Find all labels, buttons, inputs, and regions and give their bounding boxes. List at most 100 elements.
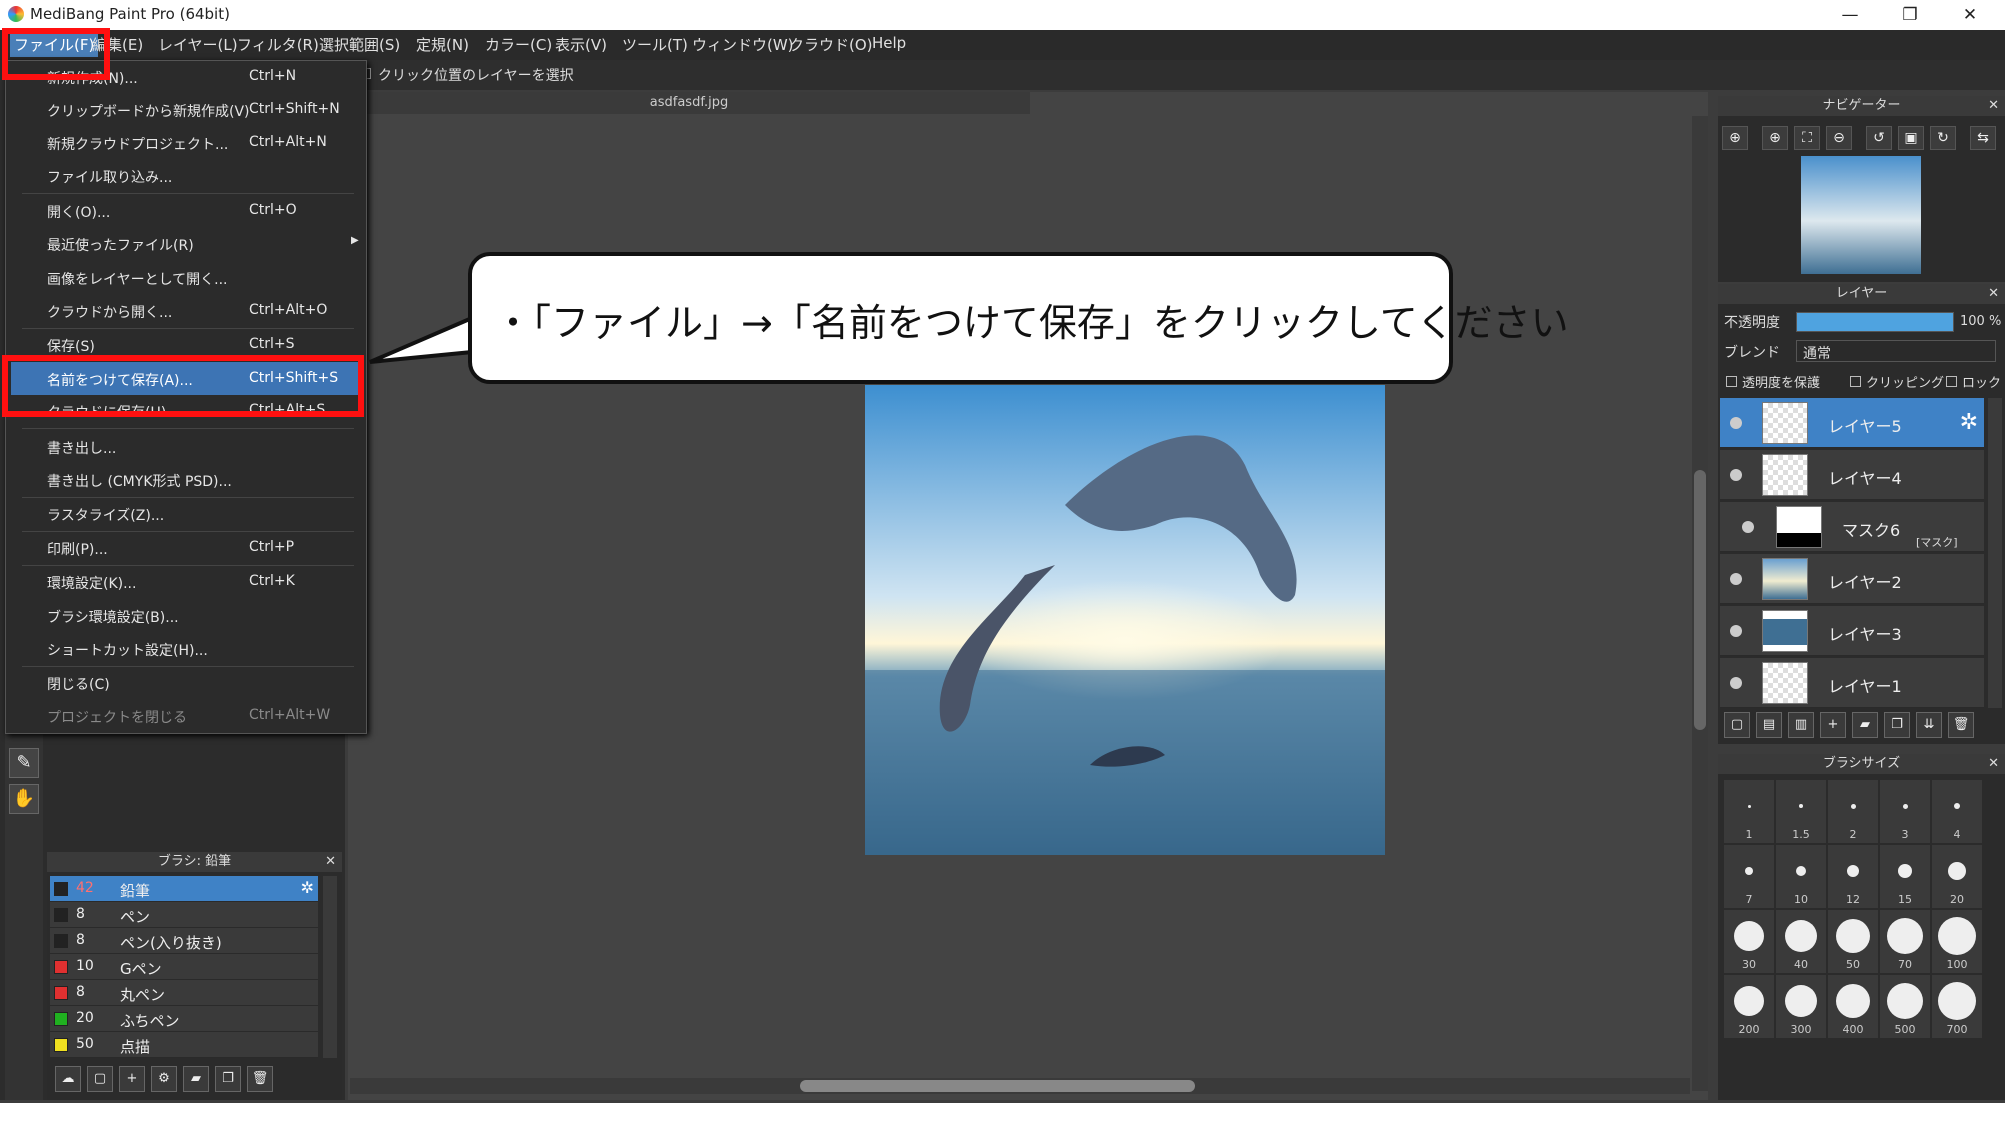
delete-brush-icon[interactable]: 🗑 xyxy=(247,1066,273,1092)
brush-size-cell[interactable]: 50 xyxy=(1828,910,1878,973)
layer-row-4[interactable]: レイヤー4 xyxy=(1720,450,1984,500)
menu-window[interactable]: ウィンドウ(W) xyxy=(692,34,794,55)
visibility-icon[interactable] xyxy=(1730,417,1742,429)
menu-item-import[interactable]: ファイル取り込み... xyxy=(11,159,359,192)
layer-row-mask6[interactable]: マスク6 [マスク] xyxy=(1720,502,1984,552)
brush-size-cell[interactable]: 100 xyxy=(1932,910,1982,973)
brush-size-cell[interactable]: 20 xyxy=(1932,845,1982,908)
menu-item-open-as-layer[interactable]: 画像をレイヤーとして開く... xyxy=(11,261,359,294)
menu-item-close-project[interactable]: プロジェクトを閉じる Ctrl+Alt+W xyxy=(11,699,359,732)
menu-help[interactable]: Help xyxy=(872,34,906,52)
duplicate-layer-icon[interactable]: ❐ xyxy=(1884,712,1910,738)
brush-size-cell[interactable]: 400 xyxy=(1828,975,1878,1038)
settings-gear-icon[interactable]: ✲ xyxy=(301,878,314,897)
brush-list-item[interactable]: 20 ふちペン xyxy=(50,1006,318,1032)
visibility-icon[interactable] xyxy=(1730,677,1742,689)
brush-list-item[interactable]: 8 丸ペン xyxy=(50,980,318,1006)
menu-item-new-from-clipboard[interactable]: クリップボードから新規作成(V) Ctrl+Shift+N xyxy=(11,93,359,126)
menu-item-export-cmyk[interactable]: 書き出し (CMYK形式 PSD)... xyxy=(11,463,359,496)
visibility-icon[interactable] xyxy=(1730,573,1742,585)
brush-size-cell[interactable]: 2 xyxy=(1828,780,1878,843)
hand-tool-icon[interactable]: ✋ xyxy=(9,784,39,814)
brush-size-cell[interactable]: 200 xyxy=(1724,975,1774,1038)
layer-row-2[interactable]: レイヤー2 xyxy=(1720,554,1984,604)
menu-item-rasterize[interactable]: ラスタライズ(Z)... xyxy=(11,497,359,530)
visibility-icon[interactable] xyxy=(1730,469,1742,481)
navigator-thumbnail[interactable] xyxy=(1801,156,1921,274)
menu-view[interactable]: 表示(V) xyxy=(555,34,607,55)
new-1bit-layer-icon[interactable]: ▥ xyxy=(1788,712,1814,738)
blend-select[interactable]: 通常 xyxy=(1796,340,1996,362)
brush-size-cell[interactable]: 40 xyxy=(1776,910,1826,973)
menu-item-export[interactable]: 書き出し... xyxy=(11,430,359,463)
menu-filter[interactable]: フィルタ(R) xyxy=(237,34,319,55)
menu-ruler[interactable]: 定規(N) xyxy=(416,34,469,55)
zoom-in-icon[interactable]: ⊕ xyxy=(1762,126,1788,150)
brush-size-cell[interactable]: 10 xyxy=(1776,845,1826,908)
brush-size-cell[interactable]: 300 xyxy=(1776,975,1826,1038)
brush-list-item[interactable]: 8 ペン(入り抜き) xyxy=(50,928,318,954)
brush-size-cell[interactable]: 500 xyxy=(1880,975,1930,1038)
close-icon[interactable]: ✕ xyxy=(325,852,336,872)
brush-size-cell[interactable]: 7 xyxy=(1724,845,1774,908)
menu-item-open-from-cloud[interactable]: クラウドから開く... Ctrl+Alt+O xyxy=(11,294,359,327)
reset-view-icon[interactable]: ▣ xyxy=(1898,126,1924,150)
menu-item-brush-preferences[interactable]: ブラシ環境設定(B)... xyxy=(11,599,359,632)
menu-layer[interactable]: レイヤー(L) xyxy=(158,34,238,55)
new-brush-icon[interactable]: ▢ xyxy=(87,1066,113,1092)
brush-size-cell[interactable]: 12 xyxy=(1828,845,1878,908)
eyedropper-icon[interactable]: ✎ xyxy=(9,748,39,778)
menu-item-shortcut-settings[interactable]: ショートカット設定(H)... xyxy=(11,632,359,665)
restore-button[interactable]: ❐ xyxy=(1880,0,1940,30)
close-icon[interactable]: ✕ xyxy=(1988,96,1999,116)
fit-icon[interactable]: ⛶ xyxy=(1794,126,1820,150)
menu-color[interactable]: カラー(C) xyxy=(485,34,552,55)
layer-row-3[interactable]: レイヤー3 xyxy=(1720,606,1984,656)
visibility-icon[interactable] xyxy=(1730,625,1742,637)
lock-checkbox[interactable] xyxy=(1946,376,1957,387)
duplicate-brush-icon[interactable]: ❐ xyxy=(215,1066,241,1092)
layer-scrollbar[interactable] xyxy=(1988,398,2002,708)
delete-layer-icon[interactable]: 🗑 xyxy=(1948,712,1974,738)
add-brush-menu-icon[interactable]: + xyxy=(119,1066,145,1092)
brush-settings-icon[interactable]: ⚙ xyxy=(151,1066,177,1092)
merge-layer-icon[interactable]: ⇊ xyxy=(1916,712,1942,738)
brush-size-cell[interactable]: 1.5 xyxy=(1776,780,1826,843)
brush-size-cell[interactable]: 70 xyxy=(1880,910,1930,973)
canvas-horizontal-scroll-thumb[interactable] xyxy=(800,1080,1195,1092)
brush-list-item[interactable]: 42 鉛筆 ✲ xyxy=(50,876,318,902)
new-layer-icon[interactable]: ▢ xyxy=(1724,712,1750,738)
brush-size-cell[interactable]: 1 xyxy=(1724,780,1774,843)
brush-size-cell[interactable]: 3 xyxy=(1880,780,1930,843)
flip-icon[interactable]: ⇆ xyxy=(1970,126,1996,150)
folder-icon[interactable]: ▰ xyxy=(1852,712,1878,738)
brush-size-cell[interactable]: 4 xyxy=(1932,780,1982,843)
visibility-icon[interactable] xyxy=(1742,521,1754,533)
menu-item-preferences[interactable]: 環境設定(K)... Ctrl+K xyxy=(11,565,359,598)
opacity-slider[interactable] xyxy=(1796,312,1954,332)
zoom-out-icon[interactable]: ⊖ xyxy=(1826,126,1852,150)
menu-tool[interactable]: ツール(T) xyxy=(622,34,688,55)
close-button[interactable]: ✕ xyxy=(1940,0,2000,30)
canvas-vertical-scroll-thumb[interactable] xyxy=(1694,470,1706,730)
layer-row-5[interactable]: レイヤー5 ✲ xyxy=(1720,398,1984,448)
menu-item-open[interactable]: 開く(O)... Ctrl+O xyxy=(11,194,359,227)
folder-icon[interactable]: ▰ xyxy=(183,1066,209,1092)
rotate-right-icon[interactable]: ↻ xyxy=(1930,126,1956,150)
close-icon[interactable]: ✕ xyxy=(1988,754,1999,774)
new-halftone-layer-icon[interactable]: ▤ xyxy=(1756,712,1782,738)
rotate-left-icon[interactable]: ↺ xyxy=(1866,126,1892,150)
add-layer-menu-icon[interactable]: + xyxy=(1820,712,1846,738)
menu-selection[interactable]: 選択範囲(S) xyxy=(319,34,400,55)
layer-row-1[interactable]: レイヤー1 xyxy=(1720,658,1984,708)
menu-item-print[interactable]: 印刷(P)... Ctrl+P xyxy=(11,531,359,564)
brush-size-cell[interactable]: 15 xyxy=(1880,845,1930,908)
zoom-icon[interactable]: ⊕ xyxy=(1722,126,1748,150)
minimize-button[interactable]: — xyxy=(1820,0,1880,30)
brush-list-item[interactable]: 50 点描 xyxy=(50,1032,318,1058)
clipping-checkbox[interactable] xyxy=(1850,376,1861,387)
protect-transparency-checkbox[interactable] xyxy=(1726,376,1737,387)
menu-item-new-cloud-project[interactable]: 新規クラウドプロジェクト... Ctrl+Alt+N xyxy=(11,126,359,159)
brush-list-item[interactable]: 10 Gペン xyxy=(50,954,318,980)
cloud-brush-icon[interactable]: ☁ xyxy=(55,1066,81,1092)
